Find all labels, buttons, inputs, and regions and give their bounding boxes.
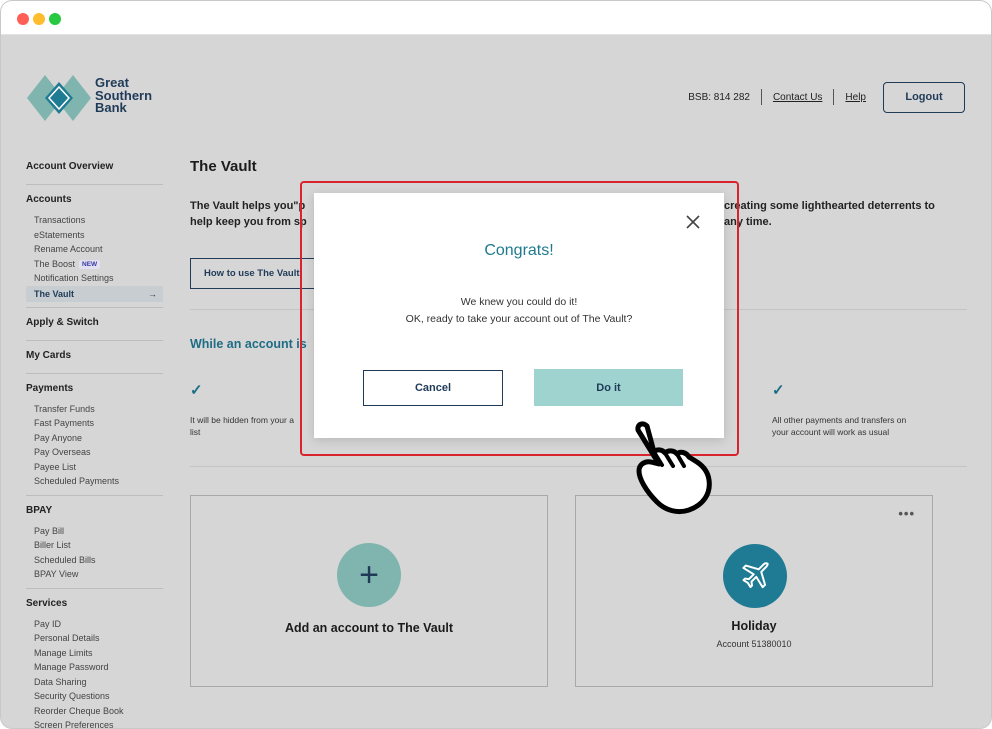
sidebar-item-pay-overseas[interactable]: Pay Overseas	[26, 445, 163, 460]
more-options-icon[interactable]: •••	[898, 506, 915, 521]
sidebar-item-apply-switch[interactable]: Apply & Switch	[26, 317, 163, 331]
holiday-account-title: Holiday	[731, 619, 777, 633]
maximize-window-dot[interactable]	[49, 13, 61, 25]
sidebar-heading-services[interactable]: Services	[26, 598, 163, 612]
divider	[190, 466, 967, 467]
sidebar-item-notification-settings[interactable]: Notification Settings	[26, 271, 163, 286]
intro-left-line-2: help keep you from sp	[190, 216, 307, 228]
sidebar-item-transfer-funds[interactable]: Transfer Funds	[26, 402, 163, 417]
sidebar-item-fast-payments[interactable]: Fast Payments	[26, 416, 163, 431]
sidebar-item-manage-limits[interactable]: Manage Limits	[26, 646, 163, 661]
feature-hidden-text: It will be hidden from your a list	[190, 415, 294, 437]
divider	[26, 184, 163, 185]
divider	[26, 372, 163, 374]
feature-payments-text: All other payments and transfers on your…	[772, 415, 907, 437]
sidebar-item-transactions[interactable]: Transactions	[26, 213, 163, 228]
header-utility-bar: BSB: 814 282 Contact Us Help Logout	[688, 81, 965, 113]
sidebar-item-estatements[interactable]: eStatements	[26, 228, 163, 243]
close-window-dot[interactable]	[17, 13, 29, 25]
holiday-account-number: Account 51380010	[716, 639, 792, 649]
sidebar-item-reorder-cheque-book[interactable]: Reorder Cheque Book	[26, 704, 163, 719]
sidebar-item-biller-list[interactable]: Biller List	[26, 538, 163, 553]
sidebar-heading-accounts[interactable]: Accounts	[26, 194, 163, 208]
holiday-account-card[interactable]: ••• Holiday Account 51380010	[575, 495, 933, 687]
minimize-window-dot[interactable]	[33, 13, 45, 25]
sidebar-item-the-vault[interactable]: The Vault →	[26, 285, 163, 302]
window-titlebar	[1, 1, 991, 35]
sidebar-item-personal-details[interactable]: Personal Details	[26, 631, 163, 646]
pointing-hand-cursor-icon	[635, 421, 712, 515]
divider	[26, 306, 163, 308]
sidebar-item-pay-id[interactable]: Pay ID	[26, 617, 163, 632]
logout-button[interactable]: Logout	[883, 81, 965, 113]
while-account-heading: While an account is	[190, 337, 307, 351]
highlight-box	[300, 181, 739, 456]
page-title: The Vault	[190, 158, 257, 175]
plus-icon: +	[337, 543, 401, 607]
contact-us-link[interactable]: Contact Us	[773, 92, 822, 103]
browser-window: Great Southern Bank BSB: 814 282 Contact…	[0, 0, 992, 729]
sidebar-heading-payments[interactable]: Payments	[26, 383, 163, 397]
bsb-number: BSB: 814 282	[688, 91, 750, 103]
checkmark-icon: ✓	[190, 382, 203, 399]
sidebar-item-pay-bill[interactable]: Pay Bill	[26, 524, 163, 539]
sidebar-item-payee-list[interactable]: Payee List	[26, 460, 163, 475]
intro-left-line-1: The Vault helps you"p	[190, 200, 306, 212]
sidebar-item-scheduled-payments[interactable]: Scheduled Payments	[26, 474, 163, 489]
checkmark-icon: ✓	[772, 382, 785, 399]
airplane-icon	[723, 544, 787, 608]
page-content: Great Southern Bank BSB: 814 282 Contact…	[1, 35, 991, 728]
new-badge: NEW	[79, 259, 101, 269]
divider	[833, 89, 835, 105]
sidebar-item-security-questions[interactable]: Security Questions	[26, 689, 163, 704]
divider	[760, 89, 762, 105]
logo-line-3: Bank	[95, 100, 127, 115]
add-account-label: Add an account to The Vault	[284, 621, 454, 635]
sidebar-item-pay-anyone[interactable]: Pay Anyone	[26, 431, 163, 446]
sidebar-item-data-sharing[interactable]: Data Sharing	[26, 675, 163, 690]
logo-wordmark: Great Southern Bank	[95, 76, 152, 115]
sidebar-heading-bpay[interactable]: BPAY	[26, 505, 163, 519]
sidebar-item-my-cards[interactable]: My Cards	[26, 350, 163, 364]
sidebar-item-scheduled-bills[interactable]: Scheduled Bills	[26, 553, 163, 568]
logo-diamond-icon	[27, 75, 91, 121]
arrow-right-icon: →	[148, 288, 157, 299]
sidebar-item-account-overview[interactable]: Account Overview	[26, 161, 163, 175]
sidebar-nav: Account Overview Accounts Transactions e…	[26, 161, 163, 728]
sidebar-item-rename-account[interactable]: Rename Account	[26, 242, 163, 257]
divider	[26, 587, 163, 589]
sidebar-item-the-boost[interactable]: The Boost NEW	[26, 257, 163, 272]
bank-logo[interactable]: Great Southern Bank	[27, 73, 157, 123]
intro-right-line-1: creating some lighthearted deterrents to	[724, 200, 935, 212]
sidebar-item-label: The Vault	[34, 288, 75, 299]
sidebar-item-label: The Boost	[34, 258, 76, 269]
add-account-card[interactable]: + Add an account to The Vault	[190, 495, 548, 687]
divider	[26, 494, 163, 496]
help-link[interactable]: Help	[845, 92, 866, 103]
sidebar-item-screen-preferences[interactable]: Screen Preferences	[26, 718, 163, 728]
sidebar-item-manage-password[interactable]: Manage Password	[26, 660, 163, 675]
sidebar-item-bpay-view[interactable]: BPAY View	[26, 567, 163, 582]
divider	[26, 339, 163, 341]
